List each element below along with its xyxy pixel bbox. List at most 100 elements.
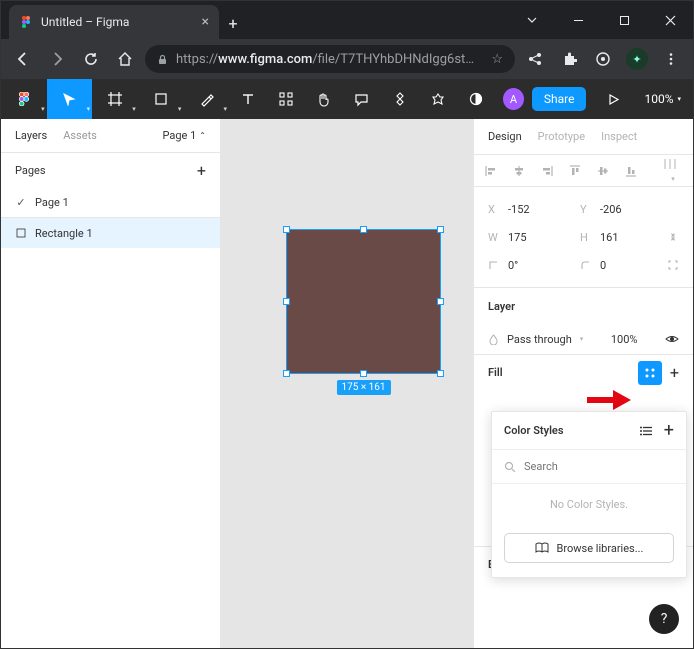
- visibility-icon[interactable]: [665, 332, 679, 346]
- color-styles-title: Color Styles: [504, 424, 564, 437]
- maximize-button[interactable]: [601, 1, 647, 39]
- add-page-button[interactable]: +: [197, 161, 206, 180]
- present-button[interactable]: [594, 79, 632, 119]
- tab-design[interactable]: Design: [488, 130, 522, 143]
- pen-tool[interactable]: ▾: [183, 79, 229, 119]
- zoom-control[interactable]: 100%▾: [632, 92, 693, 106]
- browse-libraries-button[interactable]: Browse libraries...: [504, 533, 674, 563]
- layer-section-header: Layer: [474, 288, 693, 324]
- lock-icon: [157, 54, 168, 65]
- corner-value[interactable]: 0: [600, 259, 646, 272]
- add-fill-button[interactable]: +: [670, 363, 679, 382]
- share-icon[interactable]: [521, 45, 549, 73]
- search-icon: [504, 461, 516, 473]
- blend-mode[interactable]: Pass through: [507, 333, 572, 346]
- opacity-value[interactable]: 100%: [611, 333, 638, 346]
- help-button[interactable]: ?: [649, 604, 679, 634]
- url-field[interactable]: https://www.figma.com/file/T7THYhbDHNdIg…: [145, 45, 515, 73]
- menu-icon[interactable]: [657, 45, 685, 73]
- shape-tool[interactable]: ▾: [138, 79, 184, 119]
- dimension-label: 175 × 161: [336, 380, 390, 395]
- canvas[interactable]: 175 × 161: [221, 119, 473, 648]
- text-tool[interactable]: [229, 79, 267, 119]
- page-selector[interactable]: Page 1⌃: [163, 129, 207, 142]
- align-right-icon[interactable]: [540, 164, 560, 178]
- figma-menu-button[interactable]: ▾: [1, 79, 47, 119]
- resize-handle[interactable]: [360, 226, 367, 233]
- browser-address-bar: https://www.figma.com/file/T7THYhbDHNdIg…: [1, 39, 693, 79]
- w-value[interactable]: 175: [508, 231, 554, 244]
- align-hcenter-icon[interactable]: [512, 164, 532, 178]
- rectangle-icon: [15, 228, 27, 238]
- add-style-button[interactable]: +: [664, 424, 674, 438]
- h-label: H: [580, 231, 594, 244]
- minimize-button[interactable]: [555, 1, 601, 39]
- forward-button[interactable]: [43, 45, 71, 73]
- tab-title: Untitled – Figma: [41, 15, 194, 29]
- home-button[interactable]: [111, 45, 139, 73]
- tab-inspect[interactable]: Inspect: [601, 130, 637, 143]
- resize-handle[interactable]: [437, 370, 444, 377]
- selected-rectangle[interactable]: 175 × 161: [286, 229, 441, 374]
- extension-2-icon[interactable]: ✦: [623, 45, 651, 73]
- annotation-arrow: [587, 390, 631, 410]
- close-window-button[interactable]: [647, 1, 693, 39]
- y-value[interactable]: -206: [600, 203, 646, 216]
- new-tab-button[interactable]: +: [219, 14, 247, 39]
- browser-tab[interactable]: Untitled – Figma ×: [9, 5, 219, 39]
- back-button[interactable]: [9, 45, 37, 73]
- resize-handle[interactable]: [283, 226, 290, 233]
- extensions-icon[interactable]: [555, 45, 583, 73]
- resize-handle[interactable]: [283, 298, 290, 305]
- extension-1-icon[interactable]: [589, 45, 617, 73]
- h-value[interactable]: 161: [600, 231, 646, 244]
- url-text: https://www.figma.com/file/T7THYhbDHNdIg…: [176, 52, 483, 67]
- fill-styles-button[interactable]: [638, 361, 662, 385]
- browser-titlebar: Untitled – Figma × +: [1, 1, 693, 39]
- reload-button[interactable]: [77, 45, 105, 73]
- resize-handle[interactable]: [437, 226, 444, 233]
- resize-handle[interactable]: [283, 370, 290, 377]
- align-top-icon[interactable]: [568, 164, 588, 178]
- empty-message: No Color Styles.: [492, 484, 686, 525]
- distribute-icon[interactable]: ▾: [663, 157, 683, 184]
- comment-tool[interactable]: [343, 79, 381, 119]
- list-view-icon[interactable]: [640, 424, 654, 438]
- independent-corners-icon[interactable]: [667, 259, 679, 271]
- close-tab-icon[interactable]: ×: [202, 14, 209, 30]
- rotation-value[interactable]: 0°: [508, 259, 554, 272]
- align-left-icon[interactable]: [484, 164, 504, 178]
- x-value[interactable]: -152: [508, 203, 554, 216]
- move-tool[interactable]: ▾: [47, 79, 93, 119]
- tab-prototype[interactable]: Prototype: [538, 130, 585, 143]
- mask-icon[interactable]: [419, 79, 457, 119]
- boolean-icon[interactable]: [457, 79, 495, 119]
- align-controls: ▾: [474, 155, 693, 187]
- rotation-icon: [488, 260, 502, 271]
- frame-tool[interactable]: ▾: [92, 79, 138, 119]
- align-vcenter-icon[interactable]: [596, 164, 616, 178]
- page-item[interactable]: ✓ Page 1: [1, 187, 220, 217]
- check-icon: ✓: [15, 196, 27, 209]
- resources-tool[interactable]: [267, 79, 305, 119]
- pages-header: Pages: [15, 164, 46, 177]
- style-search-input[interactable]: [524, 460, 674, 473]
- share-button[interactable]: Share: [532, 87, 587, 111]
- tab-layers[interactable]: Layers: [15, 129, 47, 142]
- star-icon[interactable]: ☆: [491, 52, 503, 67]
- resize-handle[interactable]: [437, 298, 444, 305]
- component-icon[interactable]: [381, 79, 419, 119]
- hand-tool[interactable]: [305, 79, 343, 119]
- resize-handle[interactable]: [360, 370, 367, 377]
- y-label: Y: [580, 203, 594, 216]
- figma-favicon: [19, 15, 33, 29]
- right-panel: Design Prototype Inspect ▾ X -152 Y -206: [473, 119, 693, 648]
- blend-icon[interactable]: [488, 334, 499, 345]
- dropdown-icon[interactable]: [509, 1, 555, 39]
- layer-item[interactable]: Rectangle 1: [1, 218, 220, 248]
- tab-assets[interactable]: Assets: [63, 129, 97, 142]
- constrain-icon[interactable]: [667, 231, 679, 243]
- w-label: W: [488, 231, 502, 244]
- align-bottom-icon[interactable]: [624, 164, 644, 178]
- avatar[interactable]: A: [503, 88, 524, 110]
